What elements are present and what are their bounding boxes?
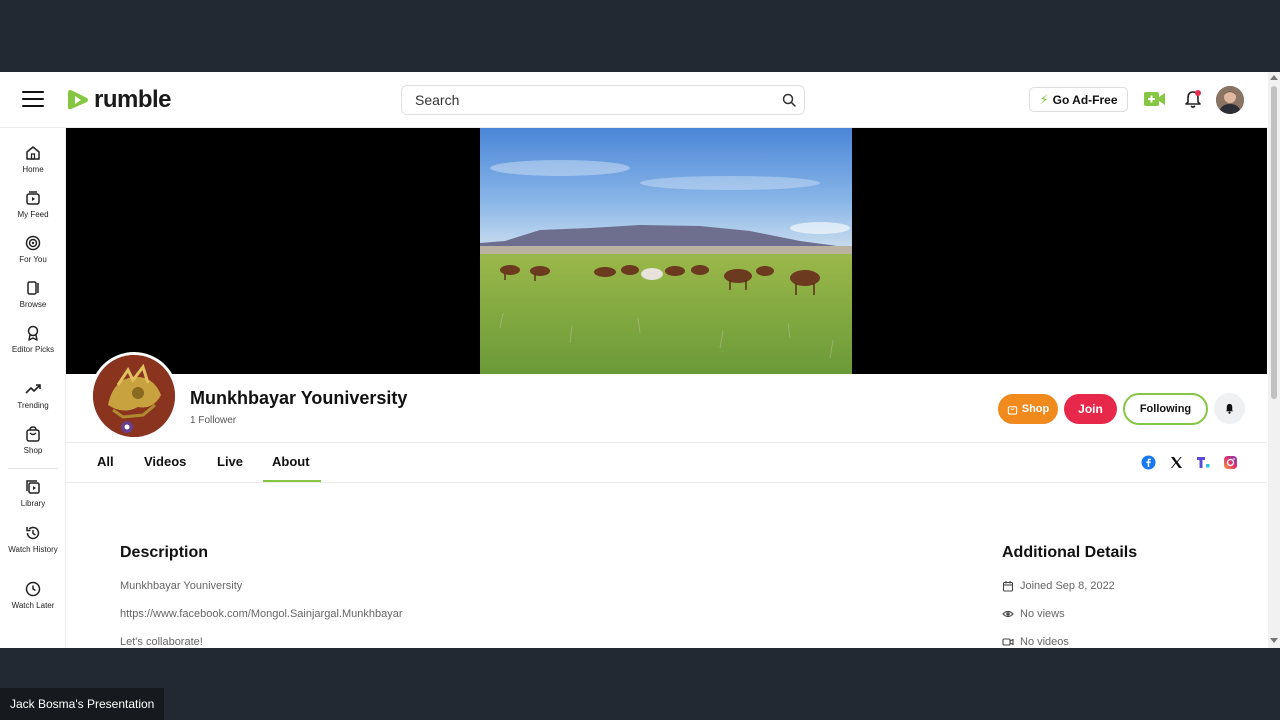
join-button[interactable]: Join xyxy=(1064,394,1117,424)
channel-notifications-button[interactable] xyxy=(1214,393,1245,424)
sidebar-item-label: Browse xyxy=(19,300,47,309)
rumble-logo[interactable]: rumble xyxy=(65,86,172,114)
sidebar-item-trending[interactable]: Trending xyxy=(0,380,66,411)
sidebar-item-my-feed[interactable]: My Feed xyxy=(0,189,66,220)
views-row: No views xyxy=(1002,608,1065,620)
sidebar-item-browse[interactable]: Browse xyxy=(0,279,66,310)
banner-image xyxy=(480,128,852,374)
sidebar-item-home[interactable]: Home xyxy=(0,144,66,175)
target-icon xyxy=(25,235,41,251)
shop-button-label: Shop xyxy=(1021,403,1050,415)
rumble-logo-icon xyxy=(68,90,88,110)
scroll-thumb[interactable] xyxy=(1271,86,1277,399)
sidebar-item-label: Library xyxy=(20,499,46,508)
channel-name: Munkhbayar Youniversity xyxy=(190,388,408,408)
sidebar-item-label: My Feed xyxy=(17,210,49,219)
additional-details-heading: Additional Details xyxy=(1002,544,1138,561)
tab-about[interactable]: About xyxy=(272,454,310,469)
instagram-icon[interactable] xyxy=(1223,455,1238,470)
upload-video-icon[interactable] xyxy=(1144,91,1166,107)
sidebar-item-label: For You xyxy=(19,255,47,264)
tab-videos[interactable]: Videos xyxy=(144,454,186,469)
scroll-up-arrow-icon[interactable] xyxy=(1270,75,1278,80)
sidebar-item-watch-history[interactable]: Watch History xyxy=(0,524,66,555)
videos-row: No videos xyxy=(1002,636,1069,648)
library-icon xyxy=(26,480,40,494)
go-ad-free-label: Go Ad-Free xyxy=(1052,92,1118,107)
sidebar-item-label: Home xyxy=(22,165,44,174)
award-icon xyxy=(27,325,39,341)
logo-text: rumble xyxy=(94,86,172,113)
feed-icon xyxy=(26,191,40,205)
divider xyxy=(66,442,1267,443)
browser-viewport: rumble ⚡ Go Ad-Free xyxy=(0,72,1280,648)
sidebar-divider xyxy=(8,468,58,469)
bell-icon xyxy=(1225,403,1234,414)
sidebar-item-for-you[interactable]: For You xyxy=(0,234,66,265)
search-input[interactable] xyxy=(415,86,775,114)
description-link[interactable]: https://www.facebook.com/Mongol.Sainjarg… xyxy=(120,608,402,620)
eye-icon xyxy=(1002,610,1014,618)
shop-bag-icon xyxy=(1007,405,1017,415)
top-header: rumble ⚡ Go Ad-Free xyxy=(0,72,1268,128)
search-icon[interactable] xyxy=(782,93,796,107)
sidebar-item-label: Editor Picks xyxy=(11,345,55,354)
channel-banner xyxy=(66,128,1267,374)
joined-date: Joined Sep 8, 2022 xyxy=(1020,580,1115,592)
sidebar-item-label: Shop xyxy=(23,446,43,455)
trending-icon xyxy=(25,384,41,394)
sidebar-item-shop[interactable]: Shop xyxy=(0,425,66,456)
history-icon xyxy=(26,526,40,540)
bolt-icon: ⚡ xyxy=(1039,91,1049,107)
facebook-icon[interactable] xyxy=(1141,455,1156,470)
truth-social-icon[interactable] xyxy=(1196,455,1211,470)
left-sidebar: Home My Feed For You Browse Editor Picks… xyxy=(0,128,66,648)
sidebar-item-label: Watch History xyxy=(8,545,58,554)
tab-live[interactable]: Live xyxy=(217,454,243,469)
user-avatar[interactable] xyxy=(1216,86,1244,114)
browse-icon xyxy=(27,281,39,295)
shop-icon xyxy=(26,426,40,442)
view-count: No views xyxy=(1020,608,1065,620)
description-line: Let's collaborate! xyxy=(120,636,203,648)
shop-button[interactable]: Shop xyxy=(998,394,1058,424)
joined-date-row: Joined Sep 8, 2022 xyxy=(1002,580,1115,592)
search-box xyxy=(401,85,805,115)
divider xyxy=(66,482,1267,483)
notifications-bell-icon[interactable] xyxy=(1183,89,1203,109)
presentation-caption: Jack Bosma's Presentation xyxy=(0,688,165,720)
description-heading: Description xyxy=(120,544,209,561)
video-count: No videos xyxy=(1020,636,1069,648)
sidebar-item-library[interactable]: Library xyxy=(0,478,66,509)
calendar-icon xyxy=(1002,581,1014,592)
video-camera-icon xyxy=(1002,638,1014,646)
sidebar-item-watch-later[interactable]: Watch Later xyxy=(0,580,66,611)
follower-count: 1 Follower xyxy=(190,415,237,426)
following-button[interactable]: Following xyxy=(1123,393,1208,425)
clock-icon xyxy=(25,581,41,597)
tab-all[interactable]: All xyxy=(97,454,114,469)
page-scrollbar[interactable] xyxy=(1268,72,1280,648)
go-ad-free-button[interactable]: ⚡ Go Ad-Free xyxy=(1029,87,1128,112)
scroll-down-arrow-icon[interactable] xyxy=(1270,638,1278,643)
home-icon xyxy=(26,146,40,160)
channel-avatar[interactable] xyxy=(90,352,178,440)
sidebar-item-label: Trending xyxy=(17,401,49,410)
sidebar-item-editor-picks[interactable]: Editor Picks xyxy=(0,324,66,355)
x-twitter-icon[interactable] xyxy=(1169,455,1184,470)
sidebar-item-label: Watch Later xyxy=(11,601,55,610)
description-line: Munkhbayar Youniversity xyxy=(120,580,243,592)
menu-icon[interactable] xyxy=(22,91,44,109)
